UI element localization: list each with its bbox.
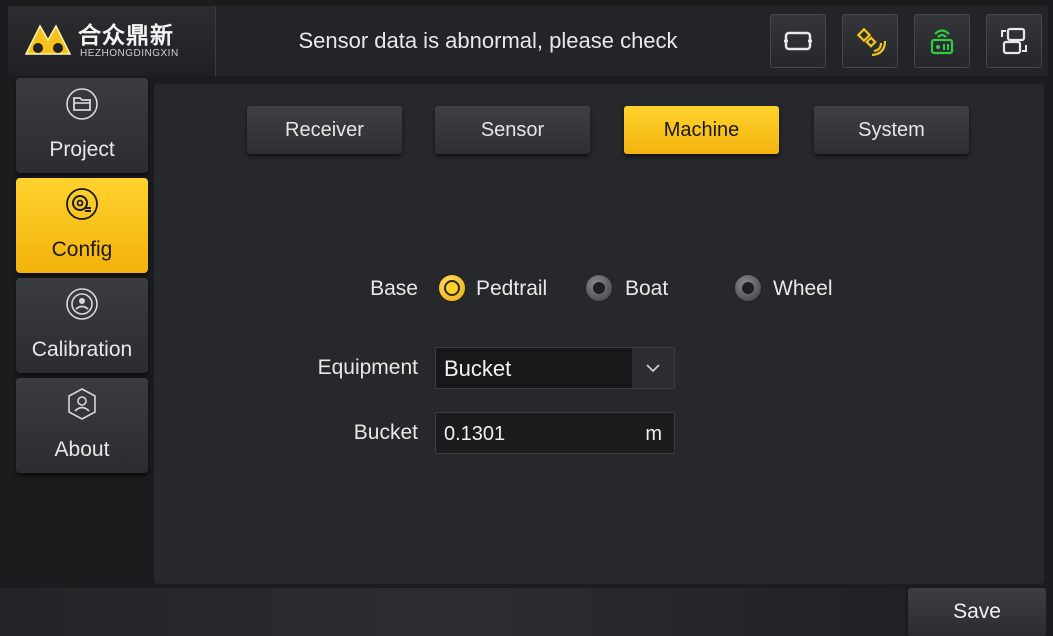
screen-icon — [784, 31, 812, 51]
radio-button[interactable] — [914, 14, 970, 68]
base-label: Base — [370, 277, 418, 300]
sidebar-item-project[interactable]: Project — [16, 78, 148, 173]
radio-wheel[interactable] — [734, 274, 762, 302]
brand-name-cn: 合众鼎新 — [78, 23, 174, 49]
sidebar-item-label: Calibration — [31, 338, 133, 361]
bucket-label: Bucket — [353, 421, 418, 444]
tab-receiver[interactable]: Receiver — [247, 106, 402, 154]
satellite-button[interactable] — [842, 14, 898, 68]
equipment-label: Equipment — [317, 356, 418, 379]
tab-system[interactable]: System — [814, 106, 969, 154]
swap-icon — [1001, 27, 1027, 55]
status-message: Sensor data is abnormal, please check — [298, 28, 678, 53]
radio-signal-icon — [930, 29, 954, 55]
sidebar-item-label: Project — [49, 138, 115, 161]
sidebar-item-about[interactable]: About — [16, 378, 148, 473]
sidebar-item-calibration[interactable]: Calibration — [16, 278, 148, 373]
screen-button[interactable] — [770, 14, 826, 68]
config-panel: Receiver Sensor Machine System — [154, 84, 1044, 584]
save-button[interactable]: Save — [908, 588, 1046, 636]
tab-machine[interactable]: Machine — [624, 106, 779, 154]
satellite-icon — [856, 27, 886, 57]
radio-boat-label[interactable]: Boat — [625, 277, 668, 301]
radio-wheel-label[interactable]: Wheel — [773, 277, 833, 301]
radio-pedtrail-label[interactable]: Pedtrail — [476, 277, 547, 301]
radio-boat[interactable] — [585, 274, 613, 302]
gear-icon — [66, 188, 98, 220]
bucket-input[interactable]: 0.1301 m — [435, 412, 675, 454]
equipment-select[interactable]: Bucket — [435, 347, 675, 389]
top-bar: 合众鼎新 HEZHONGDINGXIN Sensor data is abnor… — [8, 6, 1048, 76]
calibration-icon — [66, 288, 98, 320]
radio-pedtrail[interactable] — [438, 274, 466, 302]
tab-sensor[interactable]: Sensor — [435, 106, 590, 154]
about-icon — [68, 388, 96, 420]
sidebar-item-label: About — [54, 438, 110, 461]
bucket-unit: m — [645, 423, 662, 445]
sidebar-item-label: Config — [51, 238, 113, 261]
equipment-value: Bucket — [444, 356, 512, 381]
logo-mark-icon — [24, 24, 72, 55]
chevron-down-icon[interactable] — [632, 348, 674, 388]
bottom-strip — [0, 588, 905, 636]
bucket-value: 0.1301 — [444, 423, 506, 445]
brand-name-en: HEZHONGDINGXIN — [80, 48, 179, 59]
swap-button[interactable] — [986, 14, 1042, 68]
folder-icon — [66, 88, 98, 120]
sidebar-item-config[interactable]: Config — [16, 178, 148, 273]
brand-logo: 合众鼎新 HEZHONGDINGXIN — [8, 6, 216, 76]
